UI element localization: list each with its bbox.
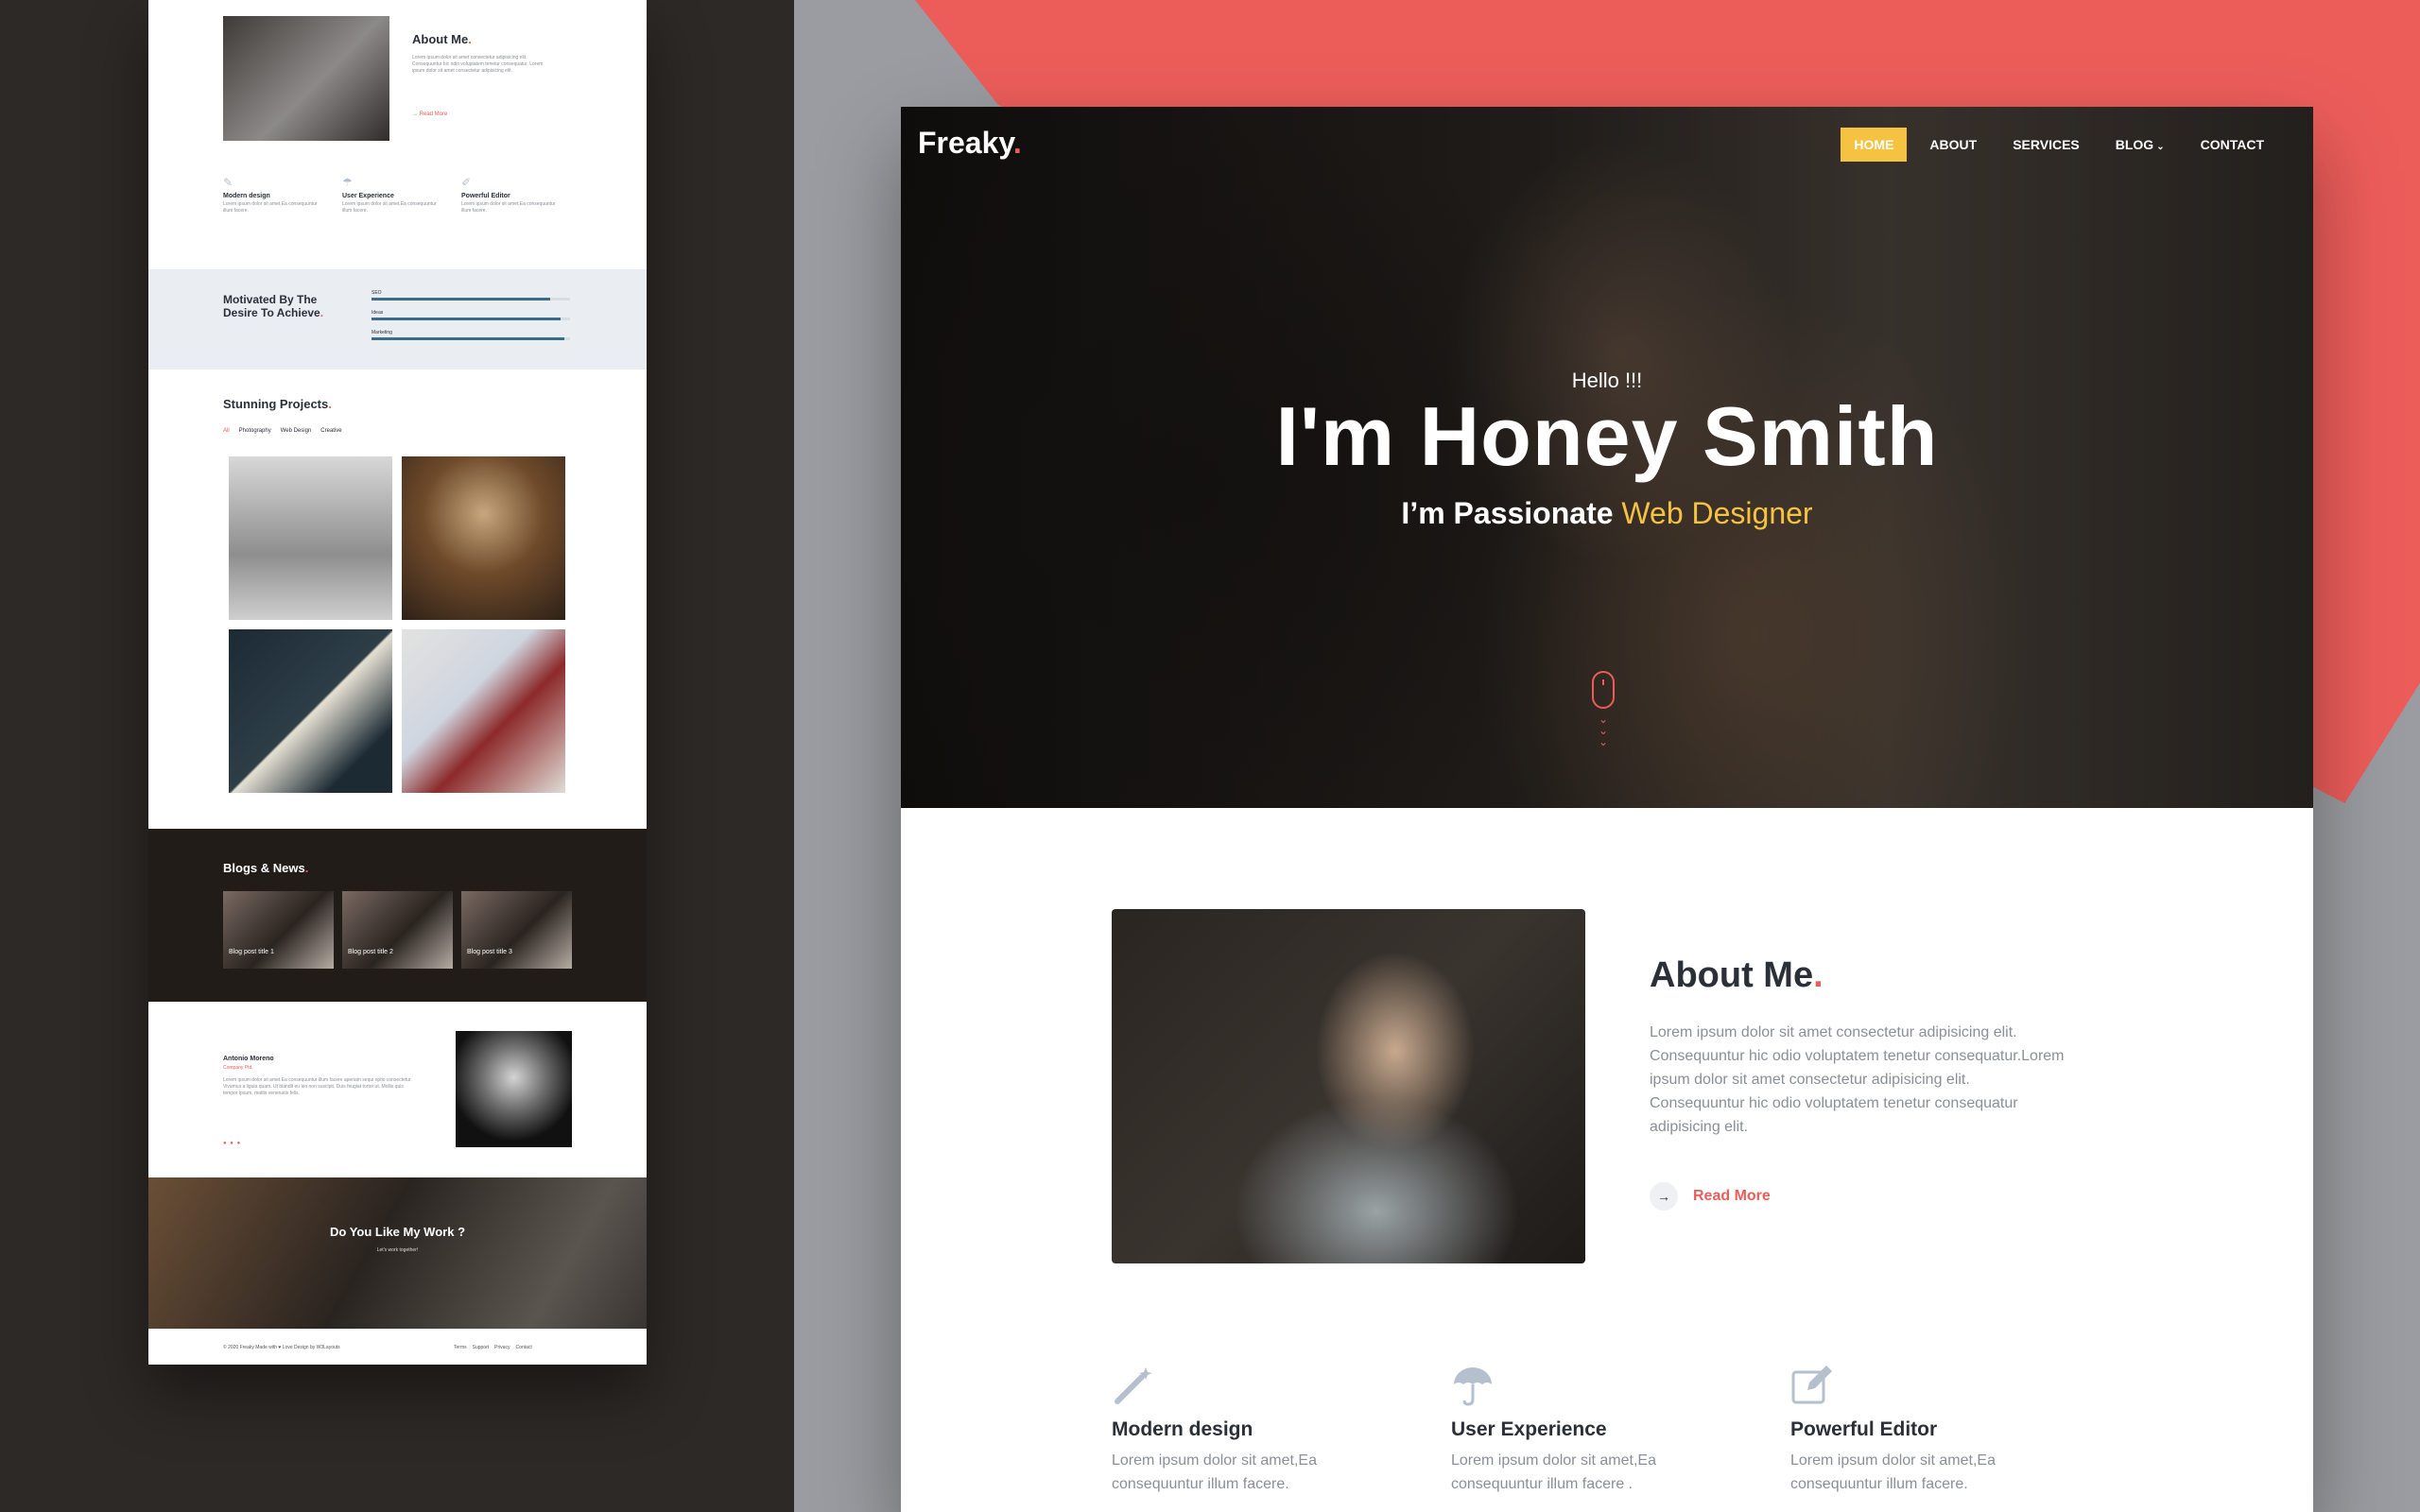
feature-modern-design: Modern design Lorem ipsum dolor sit amet… [1112, 1364, 1395, 1496]
mini-project-filters: All Photography Web Design Creative [223, 428, 342, 434]
footer-link[interactable]: Contact [516, 1345, 532, 1350]
testimonial-avatar [456, 1031, 572, 1147]
main-nav: HOME ABOUT SERVICES BLOG ⌄ CONTACT [1841, 128, 2277, 162]
mini-blog-section: Blogs & News. Blog post title 1 Blog pos… [148, 829, 647, 1002]
mini-about-title: About Me. [412, 32, 472, 46]
mini-skill-seo: SEO [372, 290, 570, 301]
nav-about[interactable]: ABOUT [1916, 128, 1990, 162]
mini-about-image [223, 16, 389, 141]
filter-web-design[interactable]: Web Design [281, 428, 312, 434]
project-thumbnail-bird[interactable] [229, 456, 392, 620]
filter-all[interactable]: All [223, 428, 230, 434]
hero-subtitle: I’m Passionate Web Designer [1401, 496, 1813, 530]
mini-skills-section: Motivated By The Desire To Achieve. SEO … [148, 269, 647, 369]
mini-projects-title: Stunning Projects. [223, 397, 332, 411]
testimonial-role: Company Ptd. [223, 1065, 253, 1071]
blog-card[interactable]: Blog post title 3 [461, 891, 572, 969]
nav-blog[interactable]: BLOG ⌄ [2102, 128, 2178, 162]
footer-copyright: © 2020 Freaky Made with ♥ Love Design by… [223, 1345, 340, 1350]
about-text: Lorem ipsum dolor sit amet consectetur a… [1650, 1024, 2065, 1135]
project-thumbnail-lamp[interactable] [402, 456, 565, 620]
hero-title: I'm Honey Smith [1275, 389, 1939, 483]
feature-powerful-editor: Powerful Editor Lorem ipsum dolor sit am… [1790, 1364, 2074, 1496]
magic-wand-icon [1112, 1364, 1395, 1407]
feature-user-experience: User Experience Lorem ipsum dolor sit am… [1451, 1364, 1735, 1496]
testimonial-pager-dots[interactable]: ● ● ● [223, 1141, 241, 1146]
scroll-down-chevrons-icon[interactable]: ⌄ ⌄ ⌄ [1596, 713, 1611, 747]
main-page-screen: Freaky. HOME ABOUT SERVICES BLOG ⌄ CONTAC… [901, 107, 2313, 1512]
scroll-mouse-icon[interactable] [1592, 671, 1615, 709]
testimonial-name: Antonio Moreno [223, 1056, 274, 1062]
nav-home[interactable]: HOME [1841, 128, 1908, 162]
mini-skills-title: Motivated By The Desire To Achieve. [223, 293, 324, 319]
blog-card[interactable]: Blog post title 1 [223, 891, 334, 969]
mini-blog-title: Blogs & News. [223, 861, 309, 875]
about-title: About Me. [1650, 955, 1824, 995]
arrow-right-icon: → [1650, 1182, 1678, 1211]
nav-services[interactable]: SERVICES [1999, 128, 2093, 162]
mini-feature-user-experience: ☂ User Experience Lorem ipsum dolor sit … [342, 176, 446, 215]
umbrella-icon: ☂ [342, 176, 353, 189]
footer-link[interactable]: Support [473, 1345, 490, 1350]
footer-links: Terms Support Privacy Contact [454, 1345, 532, 1350]
edit-icon [1790, 1364, 2074, 1407]
site-logo[interactable]: Freaky. [918, 126, 1022, 161]
mini-cta-section: Do You Like My Work ? Let's work togethe… [148, 1177, 647, 1329]
full-page-preview: About Me. Lorem ipsum dolor sit amet con… [148, 0, 647, 1365]
about-photo [1112, 909, 1585, 1263]
mini-feature-powerful-editor: ✐ Powerful Editor Lorem ipsum dolor sit … [461, 176, 565, 215]
edit-icon: ✐ [461, 176, 472, 189]
testimonial-text: Lorem ipsum dolor sit amet Ea consequunt… [223, 1077, 412, 1096]
footer-link[interactable]: Privacy [494, 1345, 510, 1350]
mini-footer: © 2020 Freaky Made with ♥ Love Design by… [148, 1329, 647, 1365]
nav-contact[interactable]: CONTACT [2187, 128, 2277, 162]
mini-read-more-link[interactable]: → Read More [412, 112, 447, 117]
project-thumbnail-collage[interactable] [402, 629, 565, 793]
footer-link[interactable]: Terms [454, 1345, 467, 1350]
filter-creative[interactable]: Creative [320, 428, 341, 434]
blog-card[interactable]: Blog post title 2 [342, 891, 453, 969]
mini-skill-ideas: Ideas [372, 310, 570, 320]
chevron-down-icon: ⌄ [2156, 142, 2165, 152]
umbrella-icon [1451, 1364, 1735, 1407]
magic-wand-icon: ✎ [223, 176, 233, 189]
filter-photography[interactable]: Photography [239, 428, 271, 434]
read-more-link[interactable]: → Read More [1650, 1182, 1771, 1211]
mini-skill-marketing: Marketing [372, 330, 570, 340]
project-thumbnail-tea[interactable] [229, 629, 392, 793]
cta-title: Do You Like My Work ? [329, 1225, 466, 1239]
mini-about-text: Lorem ipsum dolor sit amet consectetur a… [412, 55, 544, 74]
mini-feature-modern-design: ✎ Modern design Lorem ipsum dolor sit am… [223, 176, 327, 215]
cta-subtitle: Let's work together! [376, 1247, 419, 1253]
